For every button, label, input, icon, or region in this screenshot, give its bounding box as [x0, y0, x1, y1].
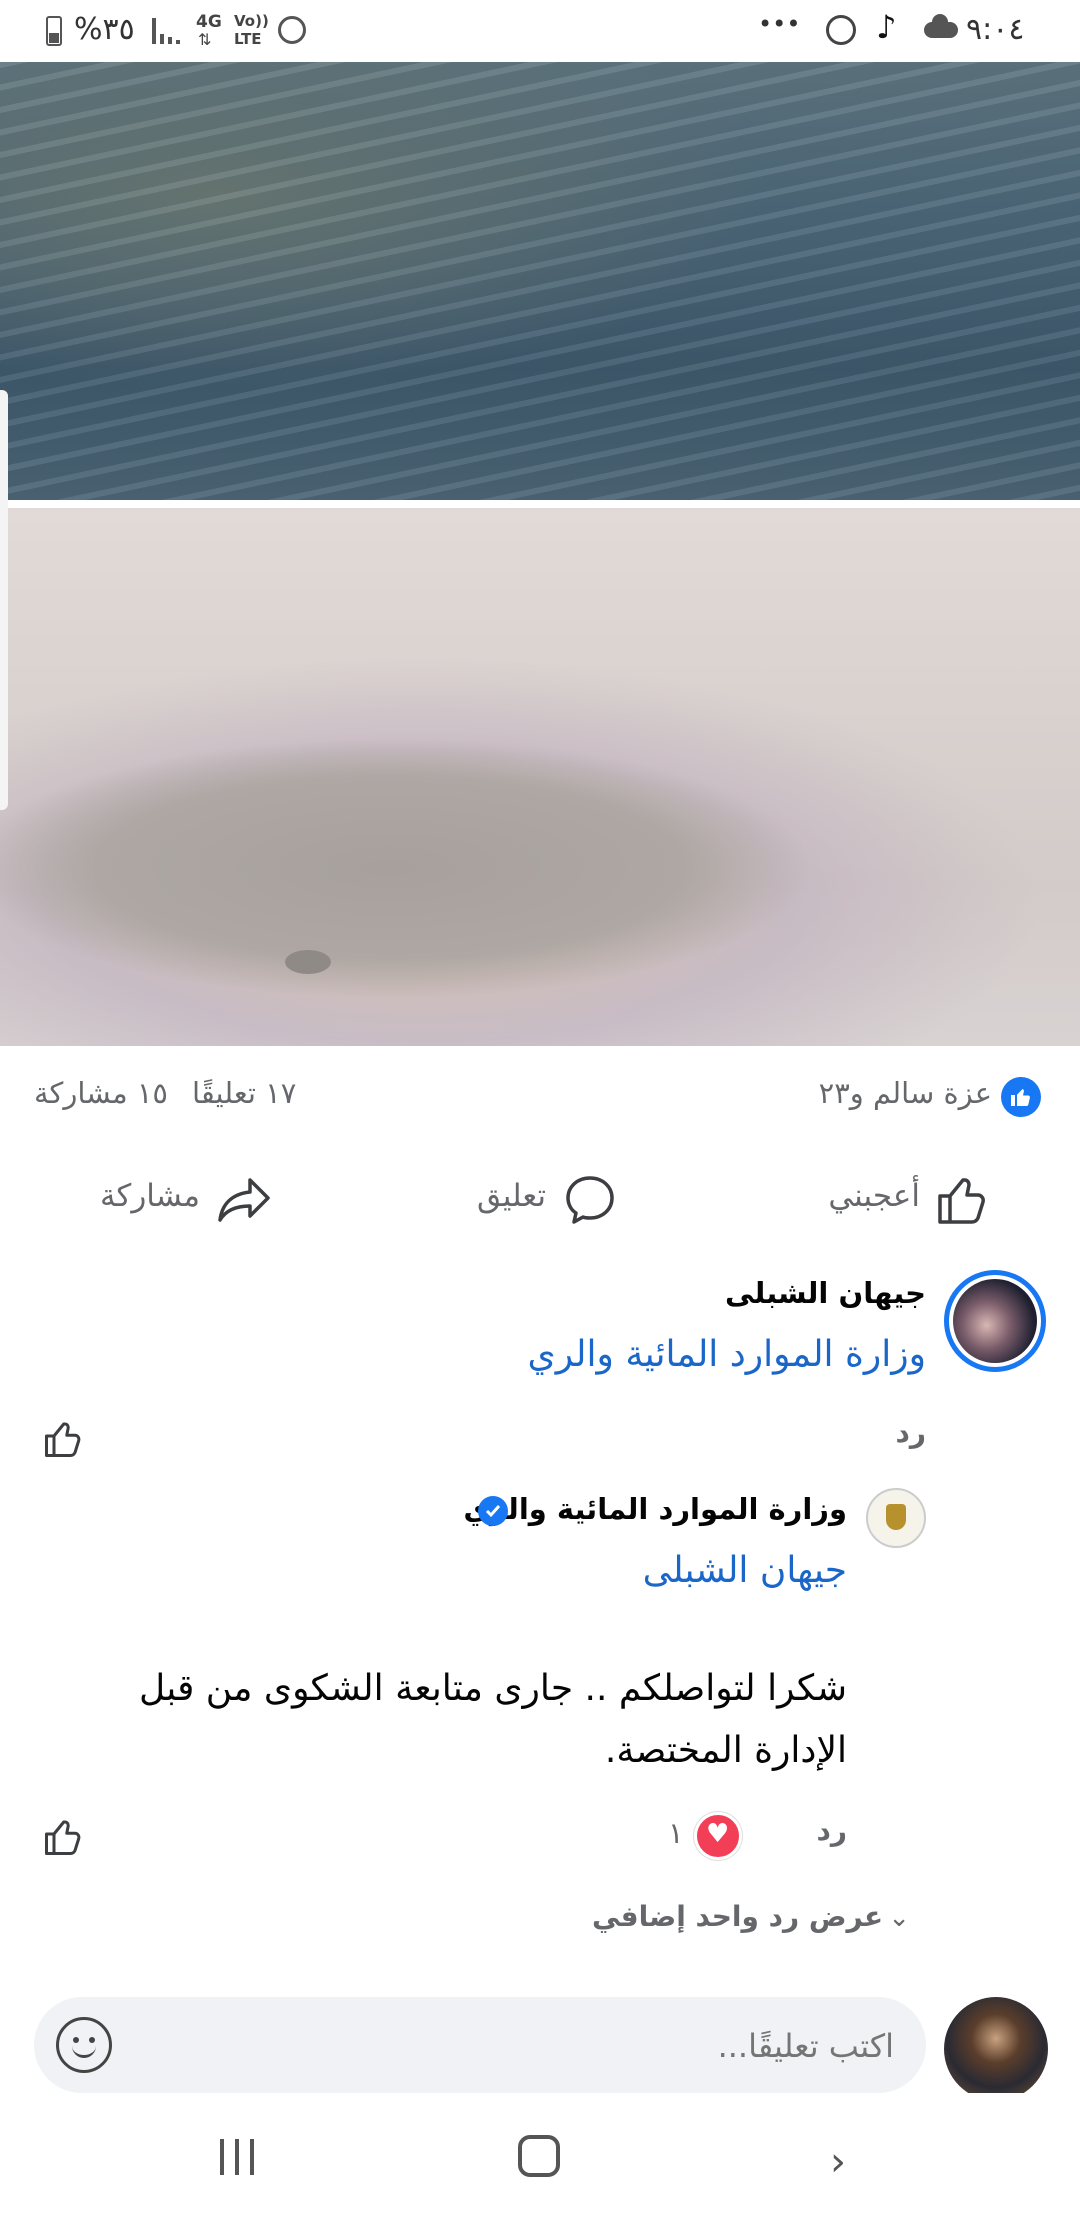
reply-text-line-1: شكرا لتواصلكم .. جارى متابعة الشكوى من ق… — [138, 1668, 847, 1709]
data-arrows-icon: ⇅ — [198, 30, 212, 49]
like-reaction-icon — [1001, 1077, 1041, 1117]
shares-count[interactable]: ١٥ مشاركة — [34, 1076, 168, 1110]
home-button[interactable] — [518, 2135, 560, 2177]
view-more-replies-label: عرض رد واحد إضافي — [591, 1900, 884, 1933]
reply-button[interactable]: رد — [896, 1416, 927, 1449]
recent-apps-button[interactable] — [218, 2139, 258, 2175]
tiktok-icon: ♪ — [876, 8, 897, 46]
system-nav-bar: › — [0, 2093, 1080, 2220]
chevron-right-icon: › — [830, 2139, 846, 2185]
back-button[interactable]: › — [830, 2139, 846, 2185]
comments-count[interactable]: ١٧ تعليقًا — [192, 1076, 296, 1110]
like-label: أعجبني — [828, 1178, 920, 1214]
comment-label: تعليق — [476, 1178, 546, 1214]
clock: ٩:٠٤ — [966, 12, 1025, 47]
post-photo-oil-slick[interactable] — [0, 508, 1080, 1046]
photo-detail — [285, 950, 331, 974]
battery-icon — [46, 16, 62, 46]
battery-percent: %٣٥ — [74, 12, 135, 47]
photo-divider — [0, 500, 1080, 508]
comment-mention[interactable]: وزارة الموارد المائية والري — [528, 1334, 926, 1375]
comment-input[interactable] — [232, 2013, 896, 2079]
reply-mention[interactable]: جيهان الشبلى — [643, 1550, 847, 1591]
speech-bubble-icon — [566, 1176, 614, 1224]
reply-text: شكرا لتواصلكم .. جارى متابعة الشكوى من ق… — [67, 1658, 847, 1782]
post-photo-water[interactable] — [0, 62, 1080, 500]
comment-like-icon[interactable] — [42, 1418, 84, 1460]
like-button[interactable]: أعجبني — [810, 1168, 990, 1232]
more-notifications-icon: ••• — [758, 10, 801, 38]
comment-author[interactable]: جيهان الشبلى — [725, 1276, 926, 1310]
share-arrow-icon — [218, 1178, 270, 1222]
comment-composer[interactable] — [34, 1997, 926, 2093]
thumbs-up-icon — [938, 1178, 985, 1224]
user-avatar[interactable] — [944, 1997, 1048, 2101]
reaction-count[interactable]: ١ — [668, 1816, 684, 1850]
reply-like-icon[interactable] — [42, 1816, 84, 1858]
reactions-summary[interactable]: عزة سالم و٢٣ — [819, 1076, 992, 1110]
network-4g-label: 4G — [196, 12, 222, 32]
view-more-replies[interactable]: ⌄ عرض رد واحد إضافي — [592, 1900, 910, 1933]
emoji-icon[interactable] — [56, 2017, 112, 2073]
ministry-avatar[interactable] — [866, 1488, 926, 1548]
love-reaction-icon: ♥ — [694, 1812, 742, 1860]
share-button[interactable]: مشاركة — [94, 1168, 274, 1232]
whatsapp-icon — [826, 15, 856, 45]
verified-badge-icon — [478, 1496, 508, 1526]
commenter-avatar[interactable] — [944, 1270, 1046, 1372]
volte-label: Vo)) LTE — [234, 12, 269, 48]
scroll-edge-handle — [0, 390, 8, 810]
chevron-down-icon: ⌄ — [888, 1903, 910, 1933]
reply-button-2[interactable]: رد — [817, 1814, 848, 1847]
signal-icon — [152, 18, 182, 44]
share-label: مشاركة — [99, 1178, 200, 1214]
cloud-icon — [924, 14, 958, 38]
alarm-icon — [278, 16, 306, 44]
reply-author[interactable]: وزارة الموارد المائية والري — [463, 1492, 847, 1526]
reply-text-line-2: الإدارة المختصة. — [604, 1730, 847, 1771]
status-bar: %٣٥ 4G ⇅ Vo)) LTE ••• ♪ ٩:٠٤ — [0, 0, 1080, 62]
comment-button[interactable]: تعليق — [468, 1168, 618, 1232]
